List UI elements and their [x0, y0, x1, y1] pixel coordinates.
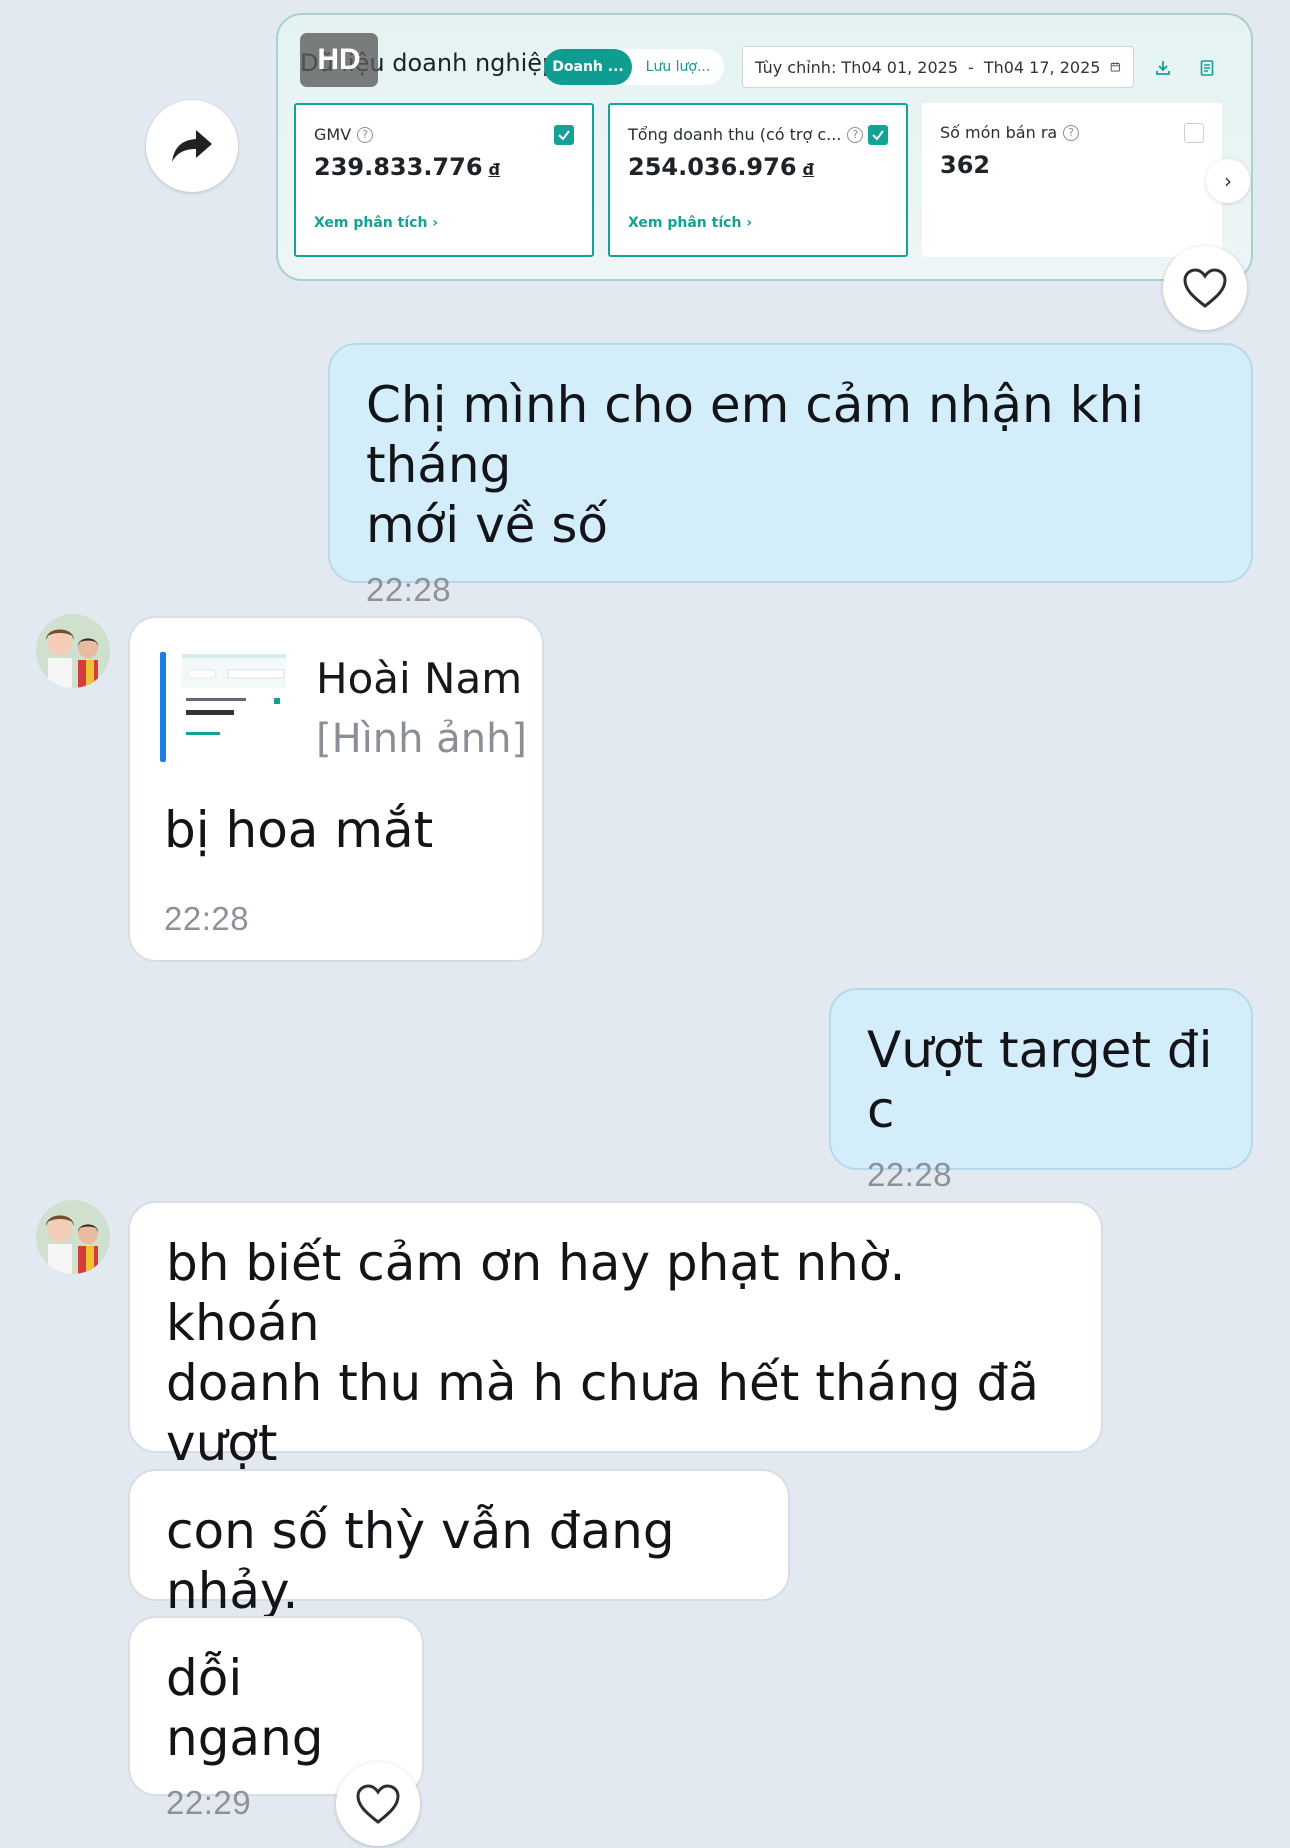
message-text-line: doanh thu mà h chưa hết tháng đã vượt	[166, 1354, 1039, 1472]
download-icon[interactable]	[1152, 57, 1174, 79]
check-icon	[872, 130, 884, 141]
message-text-line: bh biết cảm ơn hay phạt nhờ. khoán	[166, 1234, 906, 1352]
message-time: 22:28	[164, 900, 250, 937]
metric-label: Tổng doanh thu (có trợ c...	[628, 125, 842, 144]
shared-image-message[interactable]: Dữ liệu doanh nghiệp HD Doanh ... Lưu lư…	[276, 13, 1253, 281]
metric-card-gmv[interactable]: GMV ? 239.833.776 đ Xem phân tích ›	[294, 103, 594, 257]
heart-outline-icon	[1183, 268, 1227, 308]
react-heart-button[interactable]	[1163, 246, 1247, 330]
date-range-start: Tùy chỉnh: Th04 01, 2025	[755, 57, 959, 77]
scroll-next-button[interactable]: ›	[1206, 159, 1250, 203]
message-text-line: Chị mình cho em cảm nhận khi tháng	[366, 376, 1145, 494]
message-bubble-incoming[interactable]: bh biết cảm ơn hay phạt nhờ. khoán doanh…	[128, 1201, 1103, 1532]
check-icon	[558, 130, 570, 141]
metric-card-items-sold[interactable]: Số món bán ra ? 362	[922, 103, 1222, 257]
message-text-line: mới về số	[366, 496, 608, 554]
reply-quote-bar	[160, 652, 166, 762]
message-text: con số thỳ vẫn đang nhảy.	[166, 1502, 675, 1620]
reply-sender-name: Hoài Nam	[316, 654, 523, 703]
date-range-picker[interactable]: Tùy chỉnh: Th04 01, 2025 - Th04 17, 2025	[742, 46, 1134, 88]
question-icon: ?	[847, 126, 864, 143]
reply-image-thumbnail[interactable]	[182, 654, 286, 758]
reply-preview: [Hình ảnh]	[316, 716, 528, 762]
metric-card-total-revenue[interactable]: Tổng doanh thu (có trợ c... ? 254.036.97…	[608, 103, 908, 257]
react-heart-button[interactable]	[336, 1762, 420, 1846]
heart-outline-icon	[356, 1784, 400, 1824]
view-analysis-link[interactable]: Xem phân tích ›	[628, 215, 752, 231]
message-text: Vượt target đi c	[867, 1021, 1213, 1139]
metric-checkbox[interactable]	[868, 125, 888, 145]
metric-label: Số món bán ra	[940, 123, 1058, 142]
forward-button[interactable]	[146, 100, 238, 192]
avatar[interactable]	[36, 1200, 110, 1274]
metric-checkbox[interactable]	[554, 125, 574, 145]
metric-checkbox[interactable]	[1184, 123, 1204, 143]
date-range-separator: -	[968, 57, 974, 77]
view-analysis-link[interactable]: Xem phân tích ›	[314, 215, 438, 231]
document-icon[interactable]	[1196, 57, 1218, 79]
metric-label: GMV	[314, 125, 352, 144]
share-forward-icon	[172, 130, 212, 162]
message-bubble-incoming[interactable]: con số thỳ vẫn đang nhảy.	[128, 1469, 790, 1620]
avatar[interactable]	[36, 614, 110, 688]
tab-toggle: Doanh ... Lưu lượ...	[544, 49, 724, 85]
date-range-end: Th04 17, 2025	[983, 57, 1101, 77]
question-icon: ?	[357, 126, 374, 143]
message-text: dỗi ngang	[166, 1649, 324, 1767]
hd-badge[interactable]: HD	[300, 33, 378, 87]
tab-revenue[interactable]: Doanh ...	[544, 49, 632, 85]
message-time: 22:28	[366, 571, 452, 608]
tab-traffic[interactable]: Lưu lượ...	[632, 49, 724, 85]
calendar-icon	[1111, 62, 1121, 72]
metric-value: 254.036.976	[628, 153, 797, 181]
message-time: 22:28	[867, 1156, 953, 1193]
currency-symbol: đ	[802, 160, 814, 179]
message-bubble-outgoing[interactable]: Chị mình cho em cảm nhận khi tháng mới v…	[328, 343, 1253, 608]
message-bubble-outgoing[interactable]: Vượt target đi c 22:28	[829, 988, 1253, 1193]
message-text: bị hoa mắt	[164, 801, 434, 859]
metric-value: 239.833.776	[314, 153, 483, 181]
message-bubble-incoming[interactable]: Hoài Nam [Hình ảnh] bị hoa mắt 22:28	[128, 616, 544, 962]
metric-value: 362	[940, 151, 991, 179]
currency-symbol: đ	[488, 160, 500, 179]
question-icon: ?	[1063, 124, 1080, 141]
